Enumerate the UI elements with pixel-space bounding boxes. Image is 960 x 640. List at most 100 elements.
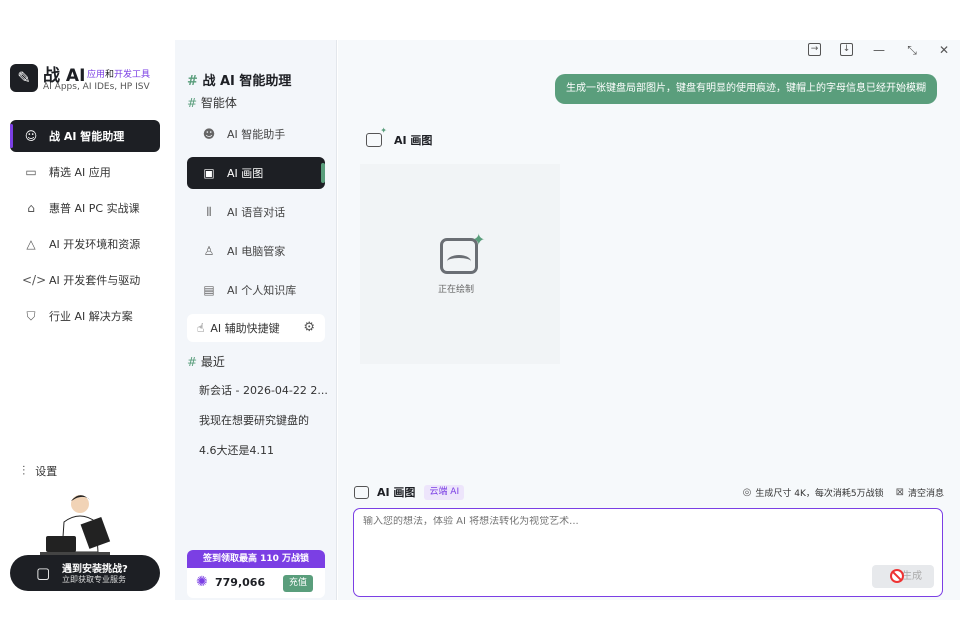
agent-label: AI 画图 <box>227 167 264 180</box>
download-icon[interactable]: ↓ <box>840 43 853 56</box>
recent-item[interactable]: 新会话 - 2026-04-22 2... <box>199 382 328 398</box>
nav-item-label: 行业 AI 解决方案 <box>49 310 133 323</box>
recent-header: # 最近 <box>187 353 225 370</box>
hash-mark: # <box>187 96 198 110</box>
nav-item-label: 精选 AI 应用 <box>49 166 111 179</box>
smile-box-icon: ☺ <box>24 129 38 143</box>
agents-header-text: 智能体 <box>200 96 237 110</box>
face-icon: ☻ <box>202 127 216 141</box>
settings-label: 设置 <box>35 465 58 478</box>
nav-item-dev-env[interactable]: △ AI 开发环境和资源 <box>10 228 160 260</box>
brand-tag: 应用和开发工具 <box>87 67 150 80</box>
resolution-icon: ◎ <box>742 487 752 498</box>
prompt-box: 生成 <box>353 508 943 597</box>
agent-label: AI 电脑管家 <box>227 245 286 258</box>
brand-tag-and: 和 <box>105 70 115 80</box>
composer-actions: ◎ 生成尺寸 4K，每次消耗5万战锁 ⊠ 清空消息 <box>743 486 944 499</box>
support-promo-button[interactable]: ▢ 遇到安装挑战? 立即获取专业服务 <box>10 555 160 591</box>
generate-button[interactable]: 生成 <box>872 565 934 588</box>
prompt-input[interactable] <box>363 516 923 527</box>
agent-label: AI 智能助手 <box>227 128 286 141</box>
sparkle-icon: ✦ <box>472 230 486 249</box>
recharge-button[interactable]: 充值 <box>283 575 313 592</box>
brand-tag-b: 开发工具 <box>114 70 151 80</box>
close-icon[interactable]: ✕ <box>936 43 952 57</box>
nav-item-course[interactable]: ⌂ 惠普 AI PC 实战课 <box>10 192 160 224</box>
agent-label: AI 个人知识库 <box>227 284 297 297</box>
hash-mark: # <box>187 355 198 369</box>
recent-item[interactable]: 我现在想要研究键盘的 <box>199 412 309 428</box>
agent-item-pc-manager[interactable]: ♙ AI 电脑管家 <box>187 235 325 267</box>
chat-area: → ↓ — ⤡ ✕ 生成一张键盘局部图片，键盘有明显的使用痕迹，键帽上的字母信息… <box>338 40 960 600</box>
recent-item[interactable]: 4.6大还是4.11 <box>199 442 274 458</box>
user-gear-icon: ♙ <box>203 244 215 258</box>
drawing-status: 正在绘制 <box>438 285 475 295</box>
waveform-icon: ⫴ <box>206 204 212 219</box>
agent-item-draw[interactable]: ▣ AI 画图 <box>187 157 325 189</box>
cloud-ai-badge[interactable]: 云端 AI <box>424 484 465 500</box>
agent-label: AI 语音对话 <box>227 206 286 219</box>
brand-subtitle: AI Apps, AI IDEs, HP ISV <box>43 82 150 92</box>
promo-subtitle: 立即获取专业服务 <box>62 575 126 584</box>
agent-item-assistant[interactable]: ☻ AI 智能助手 <box>187 118 325 150</box>
image-placeholder: ✦ 正在绘制 <box>360 164 560 364</box>
graduation-cap-icon: ⌂ <box>27 201 35 215</box>
composer-toolbar: AI 画图 云端 AI ◎ 生成尺寸 4K，每次消耗5万战锁 ⊠ 清空消息 <box>354 484 944 500</box>
points-card: 签到领取最高 110 万战锁 ✺ 779,066 充值 <box>187 550 325 598</box>
minimize-icon[interactable]: — <box>871 43 887 57</box>
panel-title: # 战 AI 智能助理 <box>187 70 291 89</box>
nav-item-label: 惠普 AI PC 实战课 <box>49 202 140 215</box>
hotkey-label: AI 辅助快捷键 <box>210 322 280 335</box>
user-message: 生成一张键盘局部图片，键盘有明显的使用痕迹，键帽上的字母信息已经开始模糊 <box>555 74 937 104</box>
coin-icon: ✺ <box>196 574 208 590</box>
logo-mark-icon: ✎ <box>10 64 38 92</box>
agent-panel: # 战 AI 智能助理 # 智能体 ☻ AI 智能助手 ▣ AI 画图 ⫴ AI… <box>175 40 337 600</box>
main-nav: ☺ 战 AI 智能助理 ▭ 精选 AI 应用 ⌂ 惠普 AI PC 实战课 △ … <box>10 120 160 336</box>
clear-icon: ⊠ <box>895 487 904 498</box>
panel-title-text: 战 AI 智能助理 <box>202 74 292 89</box>
shield-icon: ⛉ <box>26 308 36 323</box>
nav-item-assistant[interactable]: ☺ 战 AI 智能助理 <box>10 120 160 152</box>
image-icon: ▣ <box>203 166 215 180</box>
bot-header: AI 画图 <box>366 126 433 148</box>
pointer-hand-icon: ☝ <box>197 321 205 335</box>
brand-tag-a: 应用 <box>87 70 106 80</box>
nav-item-label: AI 开发环境和资源 <box>49 238 141 251</box>
composer-mode: AI 画图 云端 AI <box>354 484 465 500</box>
nav-item-label: 战 AI 智能助理 <box>49 130 125 143</box>
brand-logo: ✎ 战 AI 应用和开发工具 AI Apps, AI IDEs, HP ISV <box>10 64 160 94</box>
composer-mode-label: AI 画图 <box>377 486 416 499</box>
agent-item-knowledge[interactable]: ▤ AI 个人知识库 <box>187 274 325 306</box>
gear-icon[interactable]: ⚙ <box>303 320 315 335</box>
triangle-icon: △ <box>26 237 36 251</box>
agent-item-voice[interactable]: ⫴ AI 语音对话 <box>187 196 325 228</box>
pin-icon[interactable]: → <box>808 43 821 56</box>
nav-item-dev-kit[interactable]: </> AI 开发套件与驱动 <box>10 264 160 296</box>
promo-title: 遇到安装挑战? <box>62 564 128 575</box>
hash-mark: # <box>187 74 198 89</box>
chat-bubble-icon: ▢ <box>36 564 51 582</box>
nav-item-apps[interactable]: ▭ 精选 AI 应用 <box>10 156 160 188</box>
not-allowed-cursor-icon <box>890 569 904 583</box>
generate-label: 生成 <box>902 571 922 582</box>
image-sparkle-icon <box>354 485 369 499</box>
nav-item-label: AI 开发套件与驱动 <box>49 274 141 287</box>
agents-header: # 智能体 <box>187 94 237 111</box>
size-info[interactable]: 生成尺寸 4K，每次消耗5万战锁 <box>755 486 883 499</box>
terminal-icon: ▭ <box>25 165 37 179</box>
support-illustration <box>40 495 111 556</box>
app-window: ✎ 战 AI 应用和开发工具 AI Apps, AI IDEs, HP ISV … <box>0 40 960 600</box>
checkin-banner[interactable]: 签到领取最高 110 万战锁 <box>187 550 325 568</box>
settings-button[interactable]: ⫶ 设置 <box>22 463 57 479</box>
nav-item-industry[interactable]: ⛉ 行业 AI 解决方案 <box>10 300 160 332</box>
left-sidebar: ✎ 战 AI 应用和开发工具 AI Apps, AI IDEs, HP ISV … <box>0 40 175 600</box>
recent-header-text: 最近 <box>200 355 225 369</box>
hotkey-button[interactable]: ☝ AI 辅助快捷键 ⚙ <box>187 314 325 342</box>
bot-name: AI 画图 <box>394 134 433 147</box>
restore-icon[interactable]: ⤡ <box>904 43 920 58</box>
book-icon: ▤ <box>203 283 215 297</box>
clear-messages-button[interactable]: 清空消息 <box>908 486 944 499</box>
code-icon: </> <box>22 273 47 287</box>
points-balance: 779,066 <box>215 576 266 589</box>
sliders-icon: ⫶ <box>22 463 26 479</box>
